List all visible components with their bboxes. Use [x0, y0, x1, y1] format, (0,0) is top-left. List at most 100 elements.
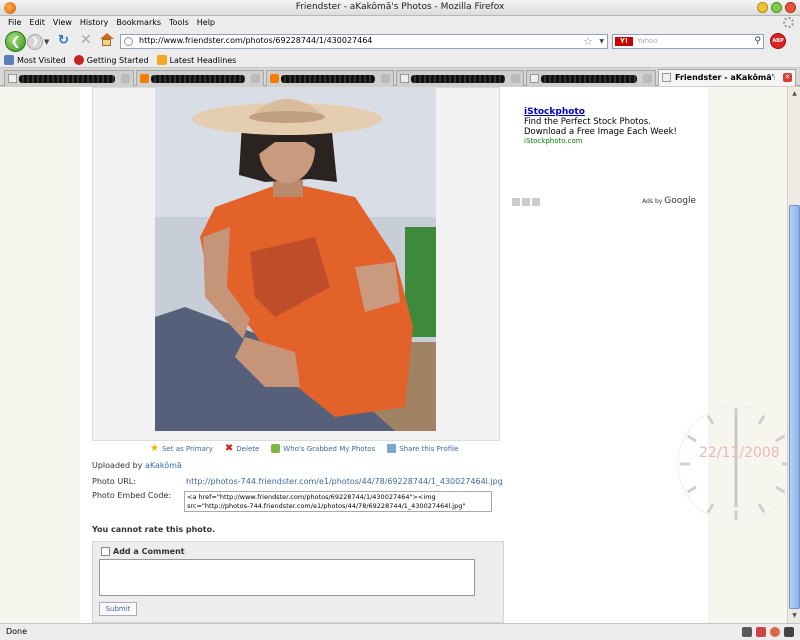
throbber-icon — [783, 17, 794, 28]
menu-bookmarks[interactable]: Bookmarks — [112, 16, 165, 30]
grab-icon — [271, 444, 281, 453]
security-status-icon[interactable] — [770, 627, 780, 637]
search-go-icon[interactable]: ⚲ — [754, 36, 761, 46]
scroll-up-icon[interactable]: ▲ — [789, 88, 800, 100]
search-input[interactable]: Yahoo — [637, 37, 658, 45]
active-tab-label: Friendster - aKakômã's Ph... — [675, 73, 775, 82]
menu-edit[interactable]: Edit — [25, 16, 49, 30]
clock-tick — [775, 485, 786, 494]
pagerank-status-icon[interactable] — [756, 627, 766, 637]
addon-status-icon[interactable] — [742, 627, 752, 637]
minimize-button[interactable] — [757, 2, 768, 13]
photo-image — [155, 87, 436, 431]
clock-tick — [757, 503, 766, 514]
tab-redacted-3[interactable] — [266, 70, 394, 86]
vertical-scrollbar[interactable]: ▲ ▼ — [787, 87, 800, 623]
bookmark-getting-started[interactable]: Getting Started — [73, 52, 149, 67]
download-status-icon[interactable] — [784, 627, 794, 637]
navigation-toolbar: ❮ ❯ ▼ ↻ ✕ http://www.friendster.com/phot… — [0, 30, 800, 52]
bookmark-most-visited[interactable]: Most Visited — [4, 52, 66, 67]
window-titlebar: Friendster - aKakômã's Photos - Mozilla … — [0, 0, 800, 16]
clock-tick — [686, 485, 697, 494]
redacted-label — [411, 75, 505, 83]
tab-close-icon[interactable] — [121, 74, 130, 83]
stop-button[interactable]: ✕ — [80, 33, 94, 47]
url-bar[interactable]: http://www.friendster.com/photos/6922874… — [120, 34, 608, 49]
site-identity-icon[interactable] — [124, 37, 133, 46]
google-ad: iStockphoto Find the Perfect Stock Photo… — [510, 87, 700, 209]
photo-url-link[interactable]: http://photos-744.friendster.com/e1/phot… — [186, 477, 503, 486]
menu-file[interactable]: File — [4, 16, 25, 30]
url-text[interactable]: http://www.friendster.com/photos/6922874… — [139, 36, 372, 45]
close-window-button[interactable] — [785, 2, 796, 13]
profile-photo[interactable] — [155, 87, 436, 431]
tab-redacted-2[interactable] — [136, 70, 264, 86]
ad-title-link[interactable]: iStockphoto — [524, 107, 585, 117]
most-visited-icon — [4, 55, 14, 65]
ad-info-icon[interactable] — [532, 198, 540, 206]
reload-button[interactable]: ↻ — [58, 34, 72, 48]
tab-close-icon[interactable]: ✕ — [783, 73, 792, 82]
menu-view[interactable]: View — [49, 16, 76, 30]
status-text: Done — [6, 627, 28, 636]
submit-button[interactable]: Submit — [99, 602, 137, 616]
embed-code-field[interactable]: <a href="http://www.friendster.com/photo… — [184, 491, 492, 512]
ad-nav-icons — [512, 198, 540, 206]
scrollbar-thumb[interactable] — [789, 205, 800, 609]
menu-help[interactable]: Help — [193, 16, 219, 30]
delete-link[interactable]: ✖ Delete — [225, 444, 259, 454]
clock-tick — [686, 434, 697, 443]
history-dropdown-icon[interactable]: ▼ — [44, 38, 49, 46]
uploader-link[interactable]: aKakômã — [145, 461, 182, 470]
menu-history[interactable]: History — [76, 16, 112, 30]
whos-grabbed-link[interactable]: Who's Grabbed My Photos — [271, 444, 375, 453]
menu-tools[interactable]: Tools — [165, 16, 193, 30]
tab-close-icon[interactable] — [643, 74, 652, 83]
share-icon — [387, 444, 397, 453]
back-button[interactable]: ❮ — [5, 31, 26, 52]
window-title: Friendster - aKakômã's Photos - Mozilla … — [295, 2, 505, 12]
ads-by-google-link[interactable]: Ads by Google — [642, 196, 696, 206]
clock-tick — [757, 414, 766, 425]
blogger-icon — [140, 74, 149, 83]
photo-actions: ★ Set as Primary ✖ Delete Who's Grabbed … — [150, 444, 458, 454]
tab-close-icon[interactable] — [251, 74, 260, 83]
home-button[interactable] — [99, 33, 114, 48]
tab-redacted-4[interactable] — [396, 70, 524, 86]
clock-tick — [775, 434, 786, 443]
comment-heading: Add a Comment — [101, 547, 185, 556]
tab-close-icon[interactable] — [511, 74, 520, 83]
clock-tick — [706, 503, 715, 514]
bookmark-latest-headlines[interactable]: Latest Headlines — [156, 52, 236, 67]
redacted-label — [151, 75, 245, 83]
scroll-down-icon[interactable]: ▼ — [789, 610, 800, 622]
menu-bar: File Edit View History Bookmarks Tools H… — [0, 16, 800, 30]
rate-notice: You cannot rate this photo. — [92, 525, 216, 534]
share-profile-link[interactable]: Share this Profile — [387, 444, 458, 453]
page-margin-left — [0, 87, 80, 623]
forward-button[interactable]: ❯ — [27, 34, 43, 50]
page-content: ★ Set as Primary ✖ Delete Who's Grabbed … — [0, 87, 787, 623]
clock-date: 22/11/2008 — [699, 445, 780, 461]
tab-redacted-5[interactable] — [526, 70, 656, 86]
tab-close-icon[interactable] — [381, 74, 390, 83]
tab-bar: Friendster - aKakômã's Ph... ✕ — [0, 68, 800, 86]
ad-prev-icon[interactable] — [512, 198, 520, 206]
page-icon — [8, 74, 17, 83]
search-bar[interactable]: Y! Yahoo ⚲ — [612, 34, 764, 49]
url-dropdown-icon[interactable]: ▼ — [599, 38, 604, 45]
getting-started-icon — [73, 55, 84, 65]
ad-url-link[interactable]: iStockphoto.com — [524, 137, 583, 145]
maximize-button[interactable] — [771, 2, 782, 13]
ad-next-icon[interactable] — [522, 198, 530, 206]
ad-text: Find the Perfect Stock Photos. Download … — [524, 117, 677, 137]
comment-panel: Add a Comment Submit — [92, 541, 504, 623]
bookmark-star-icon[interactable]: ☆ — [583, 35, 593, 48]
adblock-icon[interactable]: ABP — [770, 33, 786, 49]
comment-textarea[interactable] — [99, 559, 475, 596]
yahoo-engine-icon[interactable]: Y! — [615, 37, 633, 46]
set-as-primary-link[interactable]: ★ Set as Primary — [150, 444, 213, 454]
redacted-label — [281, 75, 375, 83]
tab-redacted-1[interactable] — [4, 70, 134, 86]
tab-friendster-active[interactable]: Friendster - aKakômã's Ph... ✕ — [658, 69, 796, 86]
